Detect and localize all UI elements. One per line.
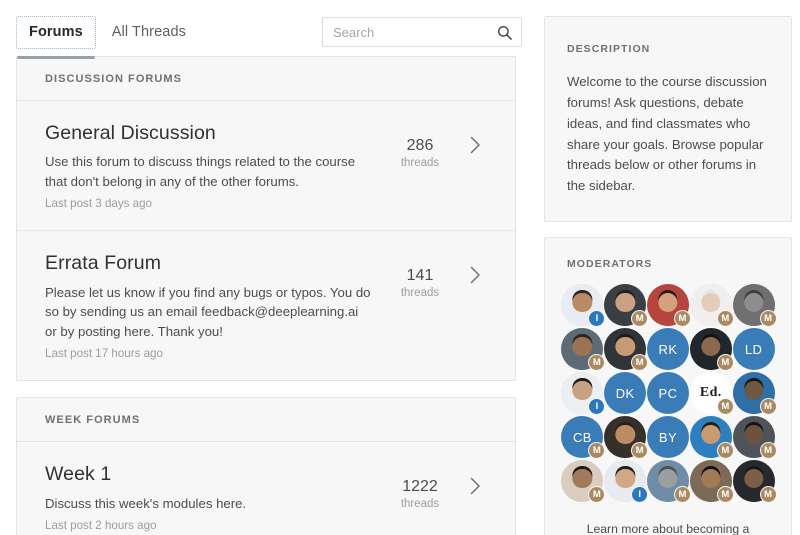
- moderator-avatar[interactable]: M: [690, 416, 732, 458]
- forum-thread-count: 1222 threads: [385, 462, 455, 510]
- moderator-avatar[interactable]: Ed.M: [690, 372, 732, 414]
- avatar-role-badge: M: [760, 486, 777, 503]
- forum-open-button[interactable]: [455, 462, 495, 496]
- forum-thread-count-value: 1222: [385, 478, 455, 496]
- moderator-avatar[interactable]: M: [647, 460, 689, 502]
- moderator-avatar[interactable]: M: [690, 328, 732, 370]
- chevron-right-icon: [469, 265, 482, 285]
- forum-description: Discuss this week's modules here.: [45, 494, 371, 514]
- top-bar: Forums All Threads: [6, 8, 526, 56]
- description-label: DESCRIPTION: [567, 43, 769, 55]
- moderator-avatar[interactable]: M: [690, 460, 732, 502]
- forum-row[interactable]: Week 1 Discuss this week's modules here. L…: [17, 442, 515, 535]
- avatar: DK: [604, 372, 646, 414]
- forum-sections: DISCUSSION FORUMS General Discussion Use t…: [6, 56, 526, 535]
- forum-description: Use this forum to discuss things related…: [45, 152, 371, 191]
- forum-description: Please let us know if you find any bugs …: [45, 283, 371, 342]
- moderator-avatar[interactable]: M: [690, 284, 732, 326]
- forum-thread-count: 141 threads: [385, 251, 455, 299]
- description-card: DESCRIPTION Welcome to the course discus…: [544, 16, 792, 222]
- moderator-avatar[interactable]: M: [733, 460, 775, 502]
- tab-forums[interactable]: Forums: [16, 16, 96, 49]
- tab-forums-label: Forums: [29, 24, 83, 40]
- forum-last-post: Last post 17 hours ago: [45, 347, 371, 360]
- forum-title: Week 1: [45, 462, 371, 486]
- moderator-avatar[interactable]: RK: [647, 328, 689, 370]
- moderator-avatar[interactable]: I: [561, 284, 603, 326]
- forum-thread-count: 286 threads: [385, 121, 455, 169]
- avatar: RK: [647, 328, 689, 370]
- sidebar: DESCRIPTION Welcome to the course discus…: [544, 8, 792, 535]
- forum-last-post: Last post 3 days ago: [45, 197, 371, 210]
- moderator-avatar[interactable]: DK: [604, 372, 646, 414]
- main-column: Forums All Threads DISCUSSION FORUMS Gene…: [6, 8, 526, 535]
- moderators-grid: IMMMMMMRKMLDIDKPCEd.MMCBMMBYMMMIMMM: [561, 284, 775, 502]
- avatar-role-badge: M: [674, 310, 691, 327]
- moderator-avatar[interactable]: M: [561, 328, 603, 370]
- chevron-right-icon: [469, 135, 482, 155]
- chevron-right-icon: [469, 476, 482, 496]
- forum-info: Week 1 Discuss this week's modules here. L…: [45, 462, 385, 532]
- forums-page: Forums All Threads DISCUSSION FORUMS Gene…: [0, 0, 800, 535]
- tab-list: Forums All Threads: [16, 8, 198, 56]
- avatar-role-badge: M: [717, 442, 734, 459]
- forum-title: General Discussion: [45, 121, 371, 145]
- moderator-avatar[interactable]: I: [604, 460, 646, 502]
- forum-info: General Discussion Use this forum to disc…: [45, 121, 385, 210]
- moderator-avatar[interactable]: LD: [733, 328, 775, 370]
- moderator-avatar[interactable]: BY: [647, 416, 689, 458]
- avatar-role-badge: M: [717, 486, 734, 503]
- moderator-avatar[interactable]: I: [561, 372, 603, 414]
- become-mentor-link[interactable]: Learn more about becoming a Mentor: [561, 502, 775, 535]
- avatar-role-badge: M: [717, 398, 734, 415]
- forum-title: Errata Forum: [45, 251, 371, 275]
- tab-all-threads-label: All Threads: [112, 24, 186, 40]
- forum-row[interactable]: Errata Forum Please let us know if you fi…: [17, 231, 515, 380]
- forum-open-button[interactable]: [455, 251, 495, 285]
- moderator-avatar[interactable]: M: [733, 284, 775, 326]
- forum-thread-count-label: threads: [385, 157, 455, 169]
- forum-thread-count-value: 141: [385, 267, 455, 285]
- moderator-avatar[interactable]: M: [561, 460, 603, 502]
- tab-all-threads[interactable]: All Threads: [100, 17, 198, 48]
- moderator-avatar[interactable]: M: [733, 416, 775, 458]
- forum-section-card: WEEK FORUMS Week 1 Discuss this week's mod…: [16, 397, 516, 535]
- moderators-label: MODERATORS: [561, 258, 775, 270]
- forum-open-button[interactable]: [455, 121, 495, 155]
- forum-thread-count-label: threads: [385, 287, 455, 299]
- moderator-avatar[interactable]: M: [604, 284, 646, 326]
- forum-row[interactable]: General Discussion Use this forum to disc…: [17, 101, 515, 231]
- forum-last-post: Last post 2 hours ago: [45, 519, 371, 532]
- avatar-role-badge: M: [674, 486, 691, 503]
- moderator-avatar[interactable]: PC: [647, 372, 689, 414]
- avatar-role-badge: M: [588, 442, 605, 459]
- forum-thread-count-label: threads: [385, 498, 455, 510]
- moderators-card: MODERATORS IMMMMMMRKMLDIDKPCEd.MMCBMMBYM…: [544, 237, 792, 535]
- avatar: PC: [647, 372, 689, 414]
- avatar-role-badge: M: [717, 354, 734, 371]
- avatar: BY: [647, 416, 689, 458]
- forum-thread-count-value: 286: [385, 137, 455, 155]
- search-icon: [497, 25, 512, 40]
- forum-section-header: WEEK FORUMS: [17, 398, 515, 442]
- avatar-role-badge: M: [717, 310, 734, 327]
- forum-info: Errata Forum Please let us know if you fi…: [45, 251, 385, 360]
- moderator-avatar[interactable]: CBM: [561, 416, 603, 458]
- moderator-avatar[interactable]: M: [733, 372, 775, 414]
- avatar-role-badge: M: [760, 398, 777, 415]
- avatar-role-badge: M: [760, 442, 777, 459]
- forum-section-header: DISCUSSION FORUMS: [17, 57, 515, 101]
- search-button[interactable]: [490, 17, 518, 47]
- description-body: Welcome to the course discussion forums!…: [567, 72, 769, 197]
- moderator-avatar[interactable]: M: [604, 416, 646, 458]
- search-box: [322, 17, 522, 47]
- moderator-avatar[interactable]: M: [647, 284, 689, 326]
- moderator-avatar[interactable]: M: [604, 328, 646, 370]
- avatar: LD: [733, 328, 775, 370]
- avatar-role-badge: M: [760, 310, 777, 327]
- forum-section-card: DISCUSSION FORUMS General Discussion Use t…: [16, 56, 516, 381]
